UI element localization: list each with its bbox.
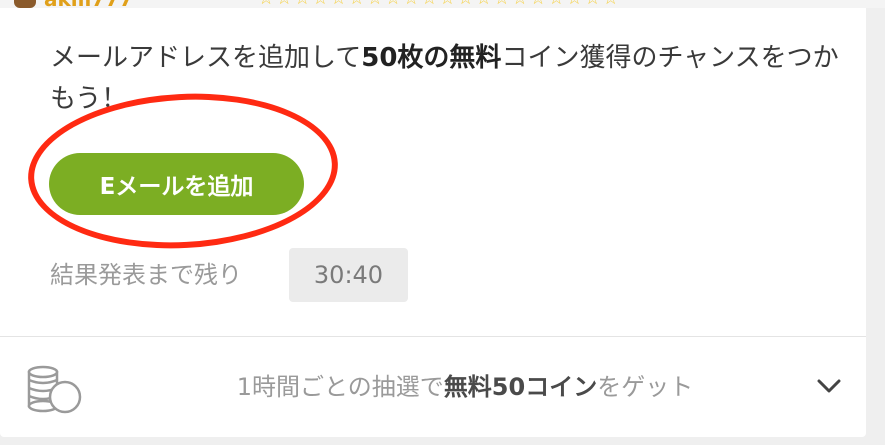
promo-message-bold-free: 無料 [449,43,502,73]
chevron-down-icon[interactable] [816,377,842,395]
lottery-card: メールアドレスを追加して50枚の無料コイン獲得のチャンスをつかもう！ Eメールを… [0,8,866,437]
footer-text-pre: 1時間ごとの抽選で [236,373,444,401]
promo-message-bold-count: 50枚の [361,43,450,73]
previous-entry-strip: akiii777 ☆☆☆☆☆☆☆☆☆☆☆☆☆☆☆☆☆☆☆☆ [0,0,885,8]
hourly-lottery-text: 1時間ごとの抽選で無料50コインをゲット [0,369,885,405]
username: akiii777 [44,0,133,8]
star-rating: ☆☆☆☆☆☆☆☆☆☆☆☆☆☆☆☆☆☆☆☆ [258,0,621,8]
add-email-button[interactable]: Eメールを追加 [49,153,304,215]
promo-message-pre: メールアドレスを追加して [50,43,362,73]
footer-text-post: をゲット [597,373,694,401]
countdown-timer: 30:40 [289,248,408,302]
promo-message: メールアドレスを追加して50枚の無料コイン獲得のチャンスをつかもう！ [50,38,850,120]
avatar [14,0,36,8]
countdown-label: 結果発表まで残り [50,261,242,289]
hourly-lottery-row[interactable]: 1時間ごとの抽選で無料50コインをゲット [0,337,866,437]
footer-text-bold: 無料50コイン [443,373,598,401]
